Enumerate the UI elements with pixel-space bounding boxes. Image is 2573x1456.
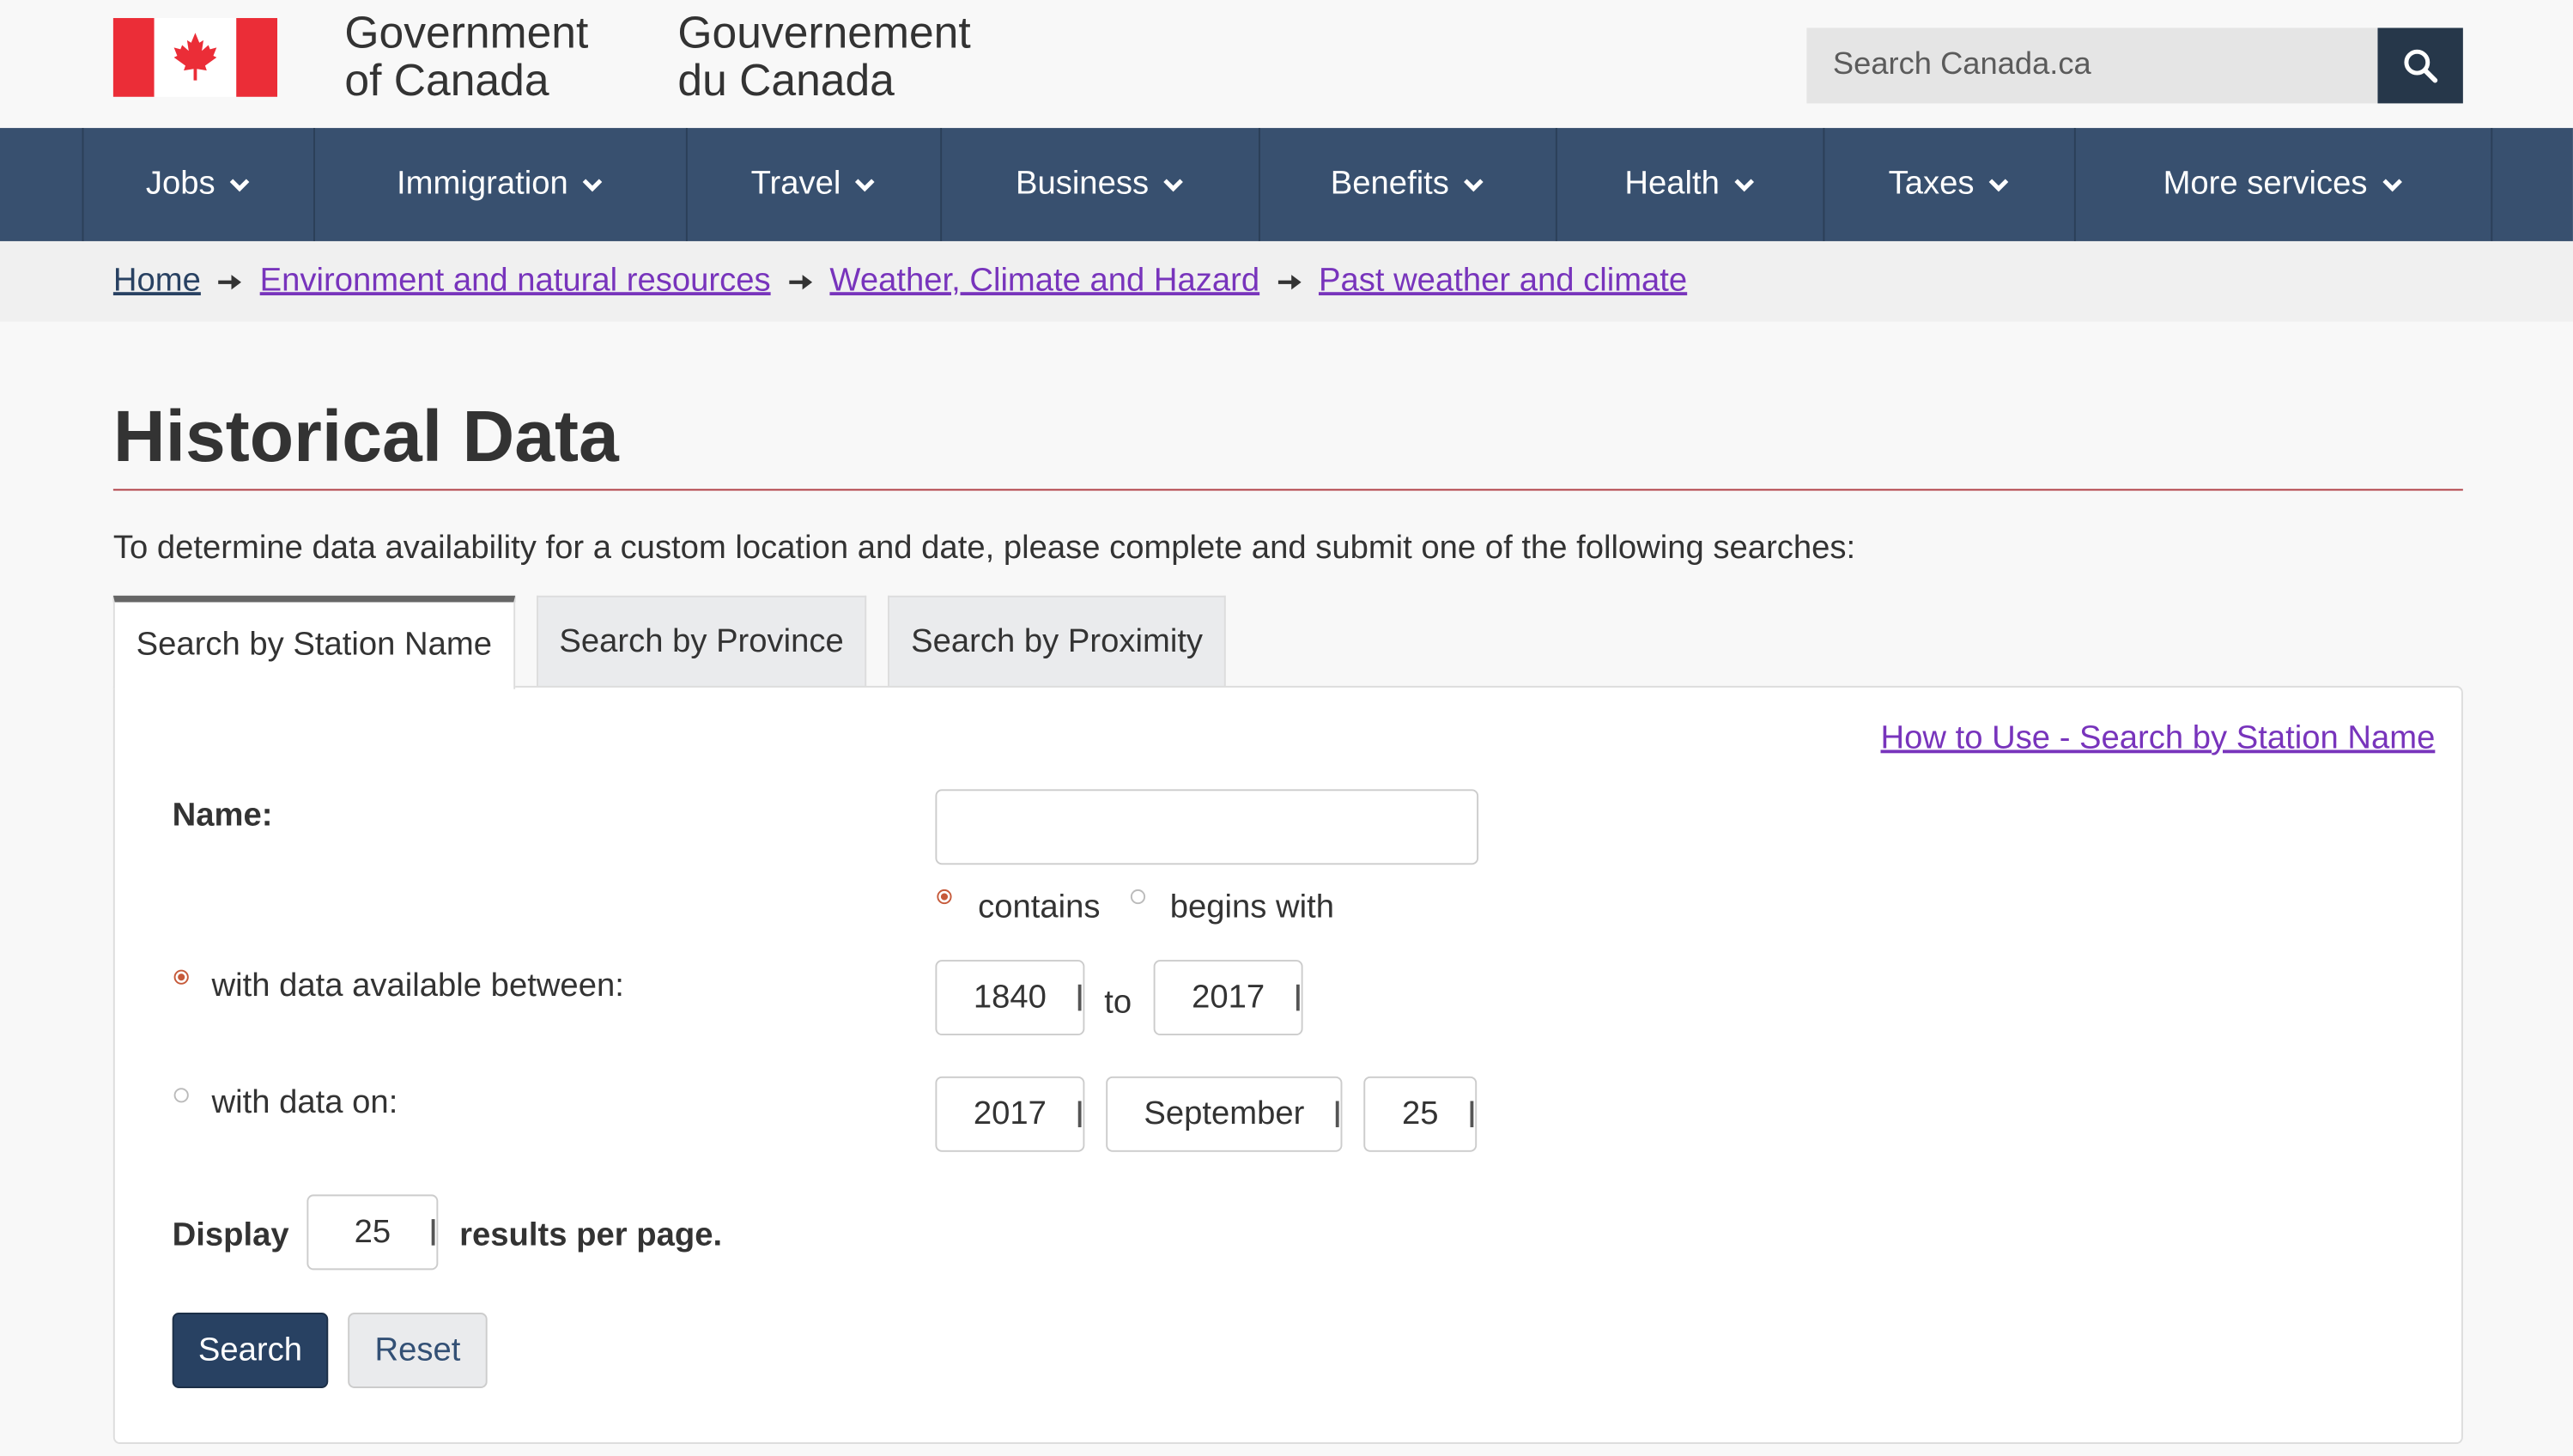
site-search-button[interactable] — [2377, 27, 2463, 104]
chevron-down-icon — [583, 178, 603, 191]
date-month-value: September — [1144, 1095, 1305, 1131]
date-range-label: with data available between: — [211, 968, 624, 1004]
chevron-down-icon — [229, 178, 250, 191]
start-year-value: 1840 — [973, 979, 1047, 1016]
menu-item-travel[interactable]: Travel — [688, 128, 943, 241]
specific-date-label: with data on: — [211, 1084, 398, 1121]
display-label: Display — [172, 1217, 289, 1254]
station-name-panel: How to Use - Search by Station Name Name… — [112, 685, 2463, 1444]
signature-english[interactable]: Government of Canada — [344, 9, 588, 105]
menu-item-business[interactable]: Business — [942, 128, 1260, 241]
date-month-select[interactable]: September — [1106, 1076, 1343, 1152]
end-year-value: 2017 — [1192, 979, 1265, 1016]
breadcrumb: Home Environment and natural resources W… — [0, 240, 2573, 322]
contains-radio[interactable] — [937, 889, 952, 905]
main-menu: Jobs Immigration Travel Business Benefit… — [0, 128, 2573, 241]
signature-en-line1: Government — [344, 8, 589, 58]
station-name-input[interactable] — [935, 789, 1479, 865]
contains-label: contains — [978, 889, 1101, 925]
site-header: Government of Canada Gouvernement du Can… — [0, 0, 2573, 129]
date-day-select[interactable]: 25 — [1363, 1076, 1478, 1152]
tab-province[interactable]: Search by Province — [536, 595, 867, 688]
date-year-select[interactable]: 2017 — [935, 1076, 1085, 1152]
tab-proximity[interactable]: Search by Proximity — [888, 595, 1226, 688]
intro-text: To determine data availability for a cus… — [112, 530, 1856, 567]
site-search-input[interactable] — [1806, 27, 2378, 104]
begins-with-label: begins with — [1169, 889, 1335, 925]
chevron-down-icon — [2382, 178, 2402, 191]
specific-date-radio[interactable] — [173, 1088, 189, 1103]
breadcrumb-link-environment[interactable]: Environment and natural resources — [260, 263, 771, 300]
date-day-value: 25 — [1401, 1095, 1439, 1131]
menu-item-label: Jobs — [145, 166, 215, 203]
arrow-right-icon — [1277, 274, 1301, 289]
menu-item-more-services[interactable]: More services — [2076, 128, 2493, 241]
signature-fr-line1: Gouvernement — [677, 8, 971, 58]
tab-station-name[interactable]: Search by Station Name — [112, 595, 515, 689]
end-year-select[interactable]: 2017 — [1153, 960, 1303, 1036]
menu-item-immigration[interactable]: Immigration — [315, 128, 688, 241]
help-link[interactable]: How to Use - Search by Station Name — [1880, 720, 2435, 758]
results-per-page-value: 25 — [354, 1213, 391, 1250]
chevron-down-icon — [855, 178, 876, 191]
breadcrumb-link-home[interactable]: Home — [113, 263, 201, 300]
menu-item-label: Immigration — [397, 166, 568, 203]
begins-with-radio[interactable] — [1130, 889, 1146, 905]
results-per-page-label: results per page. — [459, 1217, 723, 1254]
menu-item-label: Benefits — [1330, 166, 1449, 203]
menu-item-jobs[interactable]: Jobs — [83, 128, 315, 241]
range-to-label: to — [1104, 984, 1132, 1021]
reset-button[interactable]: Reset — [348, 1313, 488, 1388]
signature-french[interactable]: Gouvernement du Canada — [677, 9, 970, 105]
menu-item-health[interactable]: Health — [1557, 128, 1825, 241]
menu-item-label: Travel — [750, 166, 841, 203]
title-underline — [112, 488, 2463, 491]
start-year-select[interactable]: 1840 — [935, 960, 1085, 1036]
menu-item-taxes[interactable]: Taxes — [1824, 128, 2076, 241]
breadcrumb-link-weather[interactable]: Weather, Climate and Hazard — [829, 263, 1259, 300]
search-button[interactable]: Search — [172, 1313, 329, 1388]
name-label: Name: — [172, 797, 273, 834]
page: Government of Canada Gouvernement du Can… — [0, 0, 2573, 1456]
canada-flag-icon — [112, 18, 278, 97]
menu-item-label: More services — [2163, 166, 2368, 203]
menu-item-benefits[interactable]: Benefits — [1260, 128, 1557, 241]
menu-item-label: Business — [1015, 166, 1150, 203]
chevron-down-icon — [1163, 178, 1184, 191]
menu-item-label: Health — [1624, 166, 1720, 203]
arrow-right-icon — [788, 274, 812, 289]
chevron-down-icon — [1734, 178, 1754, 191]
search-icon — [2404, 49, 2438, 83]
site-search — [1806, 27, 2463, 104]
date-range-radio[interactable] — [173, 969, 189, 985]
signature-fr-line2: du Canada — [677, 55, 895, 106]
breadcrumb-link-past-weather[interactable]: Past weather and climate — [1319, 263, 1687, 300]
results-per-page-select[interactable]: 25 — [306, 1194, 439, 1271]
chevron-down-icon — [1464, 178, 1484, 191]
date-year-value: 2017 — [973, 1095, 1047, 1131]
arrow-right-icon — [218, 274, 242, 289]
menu-item-label: Taxes — [1888, 166, 1975, 203]
signature-en-line2: of Canada — [344, 55, 549, 106]
search-tabs: Search by Station Name Search by Provinc… — [112, 595, 1226, 689]
chevron-down-icon — [1988, 178, 2009, 191]
page-title: Historical Data — [112, 397, 619, 478]
